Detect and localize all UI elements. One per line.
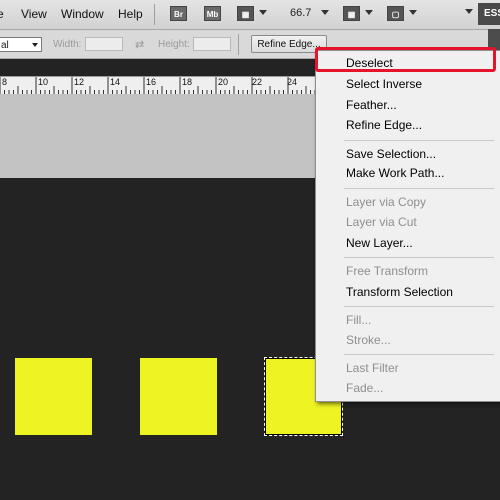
menu-item-save-selection[interactable]: Save Selection... — [346, 147, 436, 161]
bridge-icon[interactable]: Br — [170, 6, 187, 21]
screen-mode-icon[interactable]: ▢ — [387, 6, 404, 21]
width-label: Width: — [53, 39, 82, 50]
menu-divider — [344, 354, 494, 355]
menu-item-make-work-path[interactable]: Make Work Path... — [346, 166, 444, 180]
yellow-square[interactable] — [15, 358, 92, 435]
menu-divider — [344, 140, 494, 141]
yellow-square[interactable] — [140, 358, 217, 435]
menu-item-fill: Fill... — [346, 313, 372, 327]
menu-item-layer-via-cut: Layer via Cut — [346, 215, 417, 229]
ruler-label: 12 — [74, 77, 85, 87]
menu-divider — [344, 188, 494, 189]
chevron-down-icon[interactable] — [365, 10, 373, 15]
chevron-down-icon — [32, 43, 38, 47]
menu-bar: e View Window Help Br Mb ▦ 66.7 ▦ ▢ ESS — [0, 0, 500, 30]
menu-edit-partial[interactable]: e — [0, 7, 4, 21]
menu-window[interactable]: Window — [61, 7, 104, 21]
ruler-label: 14 — [110, 77, 121, 87]
menu-item-new-layer[interactable]: New Layer... — [346, 236, 413, 250]
menu-separator — [154, 4, 155, 25]
ruler-label: 22 — [252, 77, 263, 87]
deselect-highlight-box — [315, 47, 496, 72]
menu-item-layer-via-copy: Layer via Copy — [346, 195, 427, 209]
width-field[interactable] — [85, 37, 123, 51]
ruler-label: 8 — [2, 77, 8, 87]
ruler-label: 16 — [146, 77, 157, 87]
options-separator — [238, 34, 239, 55]
mini-bridge-icon[interactable]: Mb — [204, 6, 221, 21]
ruler-label: 24 — [287, 77, 298, 87]
chevron-down-icon[interactable] — [321, 10, 329, 15]
menu-view[interactable]: View — [21, 7, 47, 21]
menu-divider — [344, 306, 494, 307]
ruler-label: 18 — [182, 77, 193, 87]
menu-item-stroke: Stroke... — [346, 333, 391, 347]
height-field[interactable] — [193, 37, 231, 51]
zoom-level[interactable]: 66.7 — [290, 7, 311, 19]
menu-item-transform-selection[interactable]: Transform Selection — [346, 285, 453, 299]
ruler-label: 20 — [218, 77, 229, 87]
height-label: Height: — [158, 39, 190, 50]
menu-item-feather[interactable]: Feather... — [346, 98, 397, 112]
style-select[interactable]: al — [0, 37, 42, 52]
menu-divider — [344, 257, 494, 258]
menu-item-fade: Fade... — [346, 381, 384, 395]
double-chevron-icon[interactable] — [465, 9, 473, 14]
style-select-value: al — [1, 40, 9, 51]
swap-icon[interactable]: ⇄ — [135, 38, 144, 51]
menu-item-refine-edge[interactable]: Refine Edge... — [346, 118, 422, 132]
menu-item-select-inverse[interactable]: Select Inverse — [346, 77, 422, 91]
view-extras-icon[interactable]: ▦ — [237, 6, 254, 21]
chevron-down-icon[interactable] — [409, 10, 417, 15]
menu-item-free-transform: Free Transform — [346, 264, 429, 278]
chevron-down-icon[interactable] — [259, 10, 267, 15]
workspace-switcher[interactable]: ESS — [478, 3, 500, 25]
arrange-documents-icon[interactable]: ▦ — [343, 6, 360, 21]
context-menu: Deselect Select Inverse Feather... Refin… — [315, 50, 500, 402]
menu-help[interactable]: Help — [118, 7, 143, 21]
menu-item-last-filter: Last Filter — [346, 361, 399, 375]
ruler-label: 10 — [38, 77, 49, 87]
